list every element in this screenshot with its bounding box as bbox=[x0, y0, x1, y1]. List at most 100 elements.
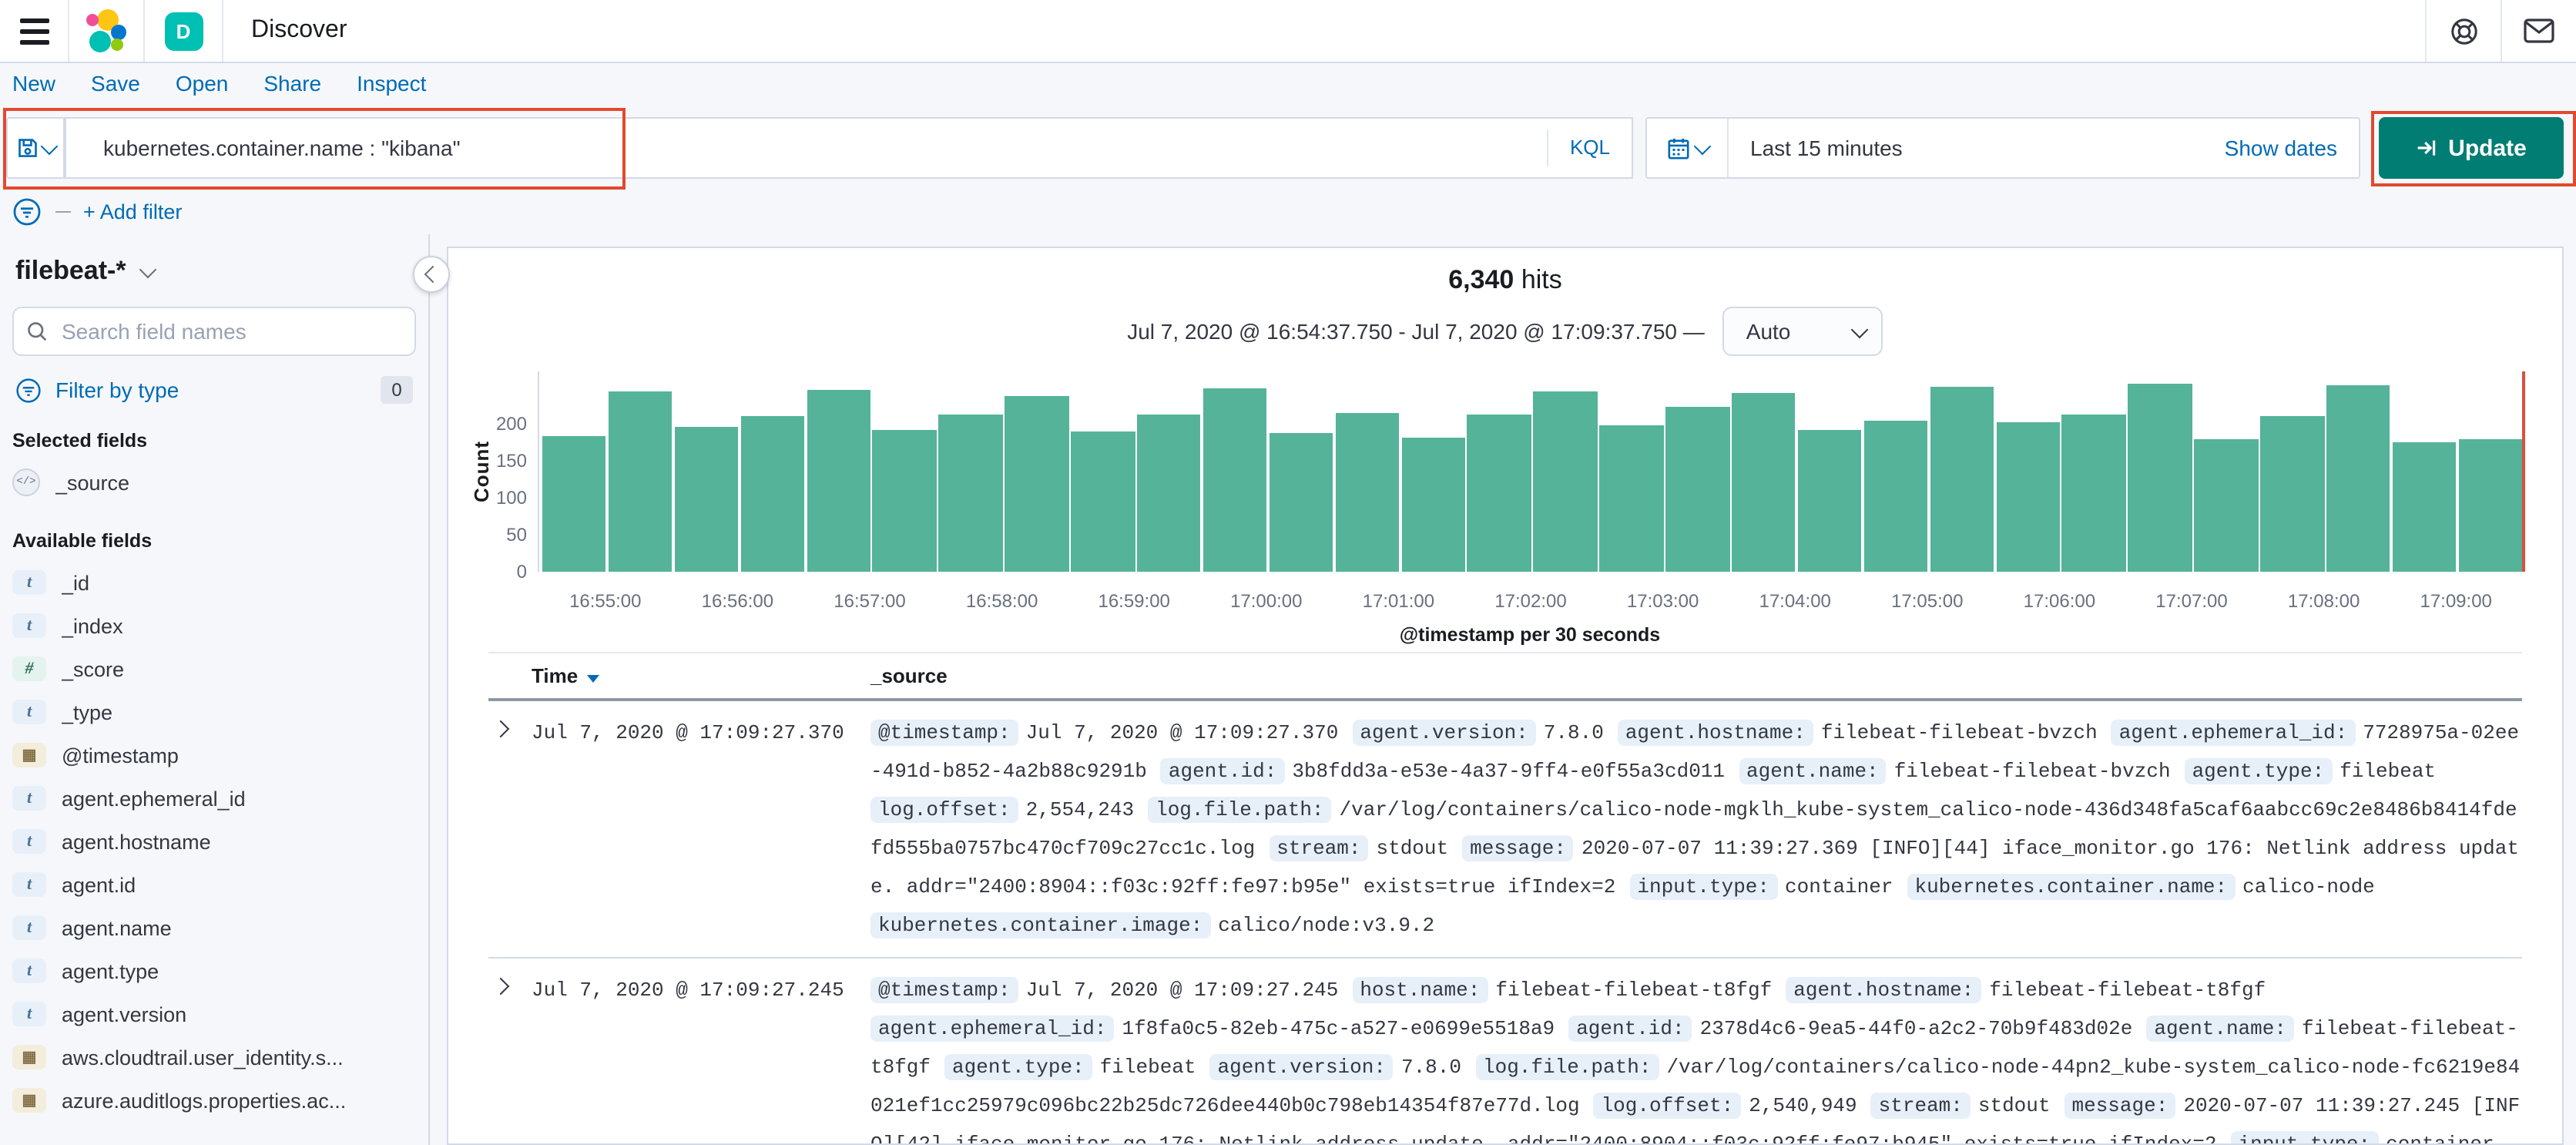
page-title: Discover bbox=[251, 17, 347, 43]
histogram-chart: Count 0 50 100 150 200 16:55:00 16:56:00 16:57:… bbox=[448, 362, 2562, 649]
field-name-pill: kubernetes.container.name: bbox=[1907, 874, 2236, 900]
histogram-bar[interactable] bbox=[2128, 383, 2192, 572]
histogram-bar[interactable] bbox=[1269, 432, 1333, 572]
field-value: filebeat-filebeat-t8fgf bbox=[1989, 979, 2266, 1002]
histogram-bar[interactable] bbox=[1533, 391, 1598, 572]
time-column-header[interactable]: Time bbox=[532, 653, 870, 698]
histogram-bar[interactable] bbox=[1005, 395, 1069, 572]
newsfeed-button[interactable] bbox=[2502, 0, 2576, 62]
string-field-type-icon: t bbox=[12, 1002, 46, 1026]
histogram-bar[interactable] bbox=[1599, 425, 1664, 572]
string-field-type-icon: t bbox=[12, 786, 46, 811]
query-toolbar: New Save Open Share Inspect KQL bbox=[0, 62, 2576, 234]
field-name-pill: stream: bbox=[1269, 835, 1369, 861]
nav-item-save[interactable]: Save bbox=[91, 71, 140, 96]
field-item-@timestamp[interactable]: ▦ @timestamp bbox=[0, 734, 428, 777]
field-item-_index[interactable]: t _index bbox=[0, 604, 428, 647]
nav-item-share[interactable]: Share bbox=[263, 71, 321, 96]
histogram-bar[interactable] bbox=[1996, 422, 2060, 572]
hits-summary: 6,340 hits bbox=[448, 265, 2562, 296]
histogram-bar[interactable] bbox=[2260, 416, 2325, 572]
histogram-bar[interactable] bbox=[807, 389, 870, 572]
field-value: stdout bbox=[1376, 837, 1449, 860]
collapse-sidebar-button[interactable] bbox=[413, 256, 450, 293]
query-bar: KQL bbox=[65, 117, 1633, 179]
histogram-bar[interactable] bbox=[1401, 437, 1465, 572]
histogram-bar[interactable] bbox=[1665, 406, 1730, 572]
histogram-bar[interactable] bbox=[2194, 438, 2259, 572]
field-item-agent.id[interactable]: t agent.id bbox=[0, 863, 428, 906]
histogram-bar[interactable] bbox=[1467, 414, 1531, 572]
field-item-aws.cloudtrail.user_identity.s...[interactable]: ▦ aws.cloudtrail.user_identity.s... bbox=[0, 1036, 428, 1079]
field-item-agent.name[interactable]: t agent.name bbox=[0, 906, 428, 949]
x-axis-tick: 16:59:00 bbox=[1098, 590, 1170, 612]
field-item-azure.auditlogs.properties.ac...[interactable]: ▦ azure.auditlogs.properties.ac... bbox=[0, 1079, 428, 1122]
histogram-bar[interactable] bbox=[1071, 431, 1135, 572]
nav-item-open[interactable]: Open bbox=[176, 71, 229, 96]
header-divider bbox=[222, 0, 223, 62]
sort-desc-icon bbox=[587, 675, 600, 683]
histogram-bar[interactable] bbox=[1797, 430, 1862, 572]
menu-icon[interactable] bbox=[0, 18, 68, 44]
histogram-bar[interactable] bbox=[1137, 414, 1201, 572]
elastic-logo[interactable] bbox=[69, 9, 143, 52]
string-field-type-icon: t bbox=[12, 915, 46, 940]
expand-row-icon[interactable] bbox=[491, 720, 510, 738]
saved-query-menu-button[interactable] bbox=[6, 117, 65, 179]
update-button[interactable]: Update bbox=[2379, 117, 2564, 179]
time-range-value[interactable]: Last 15 minutes bbox=[1750, 136, 1903, 160]
help-button[interactable] bbox=[2427, 0, 2501, 62]
histogram-bar[interactable] bbox=[2061, 414, 2126, 572]
field-name: agent.ephemeral_id bbox=[62, 787, 246, 810]
query-input[interactable] bbox=[100, 134, 1547, 162]
field-item-agent.ephemeral_id[interactable]: t agent.ephemeral_id bbox=[0, 777, 428, 820]
histogram-bar[interactable] bbox=[542, 435, 606, 572]
show-dates-button[interactable]: Show dates bbox=[2225, 136, 2337, 160]
histogram-bar[interactable] bbox=[1863, 420, 1928, 572]
histogram-bar[interactable] bbox=[674, 426, 739, 572]
nav-item-new[interactable]: New bbox=[12, 71, 55, 96]
index-pattern-switcher[interactable]: filebeat-* bbox=[15, 256, 413, 287]
filter-bar: + Add filter bbox=[12, 191, 182, 231]
expand-row-icon[interactable] bbox=[491, 977, 510, 996]
string-field-type-icon: t bbox=[12, 700, 46, 724]
field-item-_score[interactable]: # _score bbox=[0, 647, 428, 690]
query-language-button[interactable]: KQL bbox=[1546, 129, 1632, 166]
field-item-_id[interactable]: t _id bbox=[0, 561, 428, 604]
histogram-bar[interactable] bbox=[2392, 442, 2457, 572]
field-item-_source[interactable]: </> _source bbox=[0, 461, 428, 504]
discover-app-badge[interactable]: D bbox=[164, 12, 203, 50]
histogram-bar[interactable] bbox=[938, 415, 1003, 572]
filter-by-type-button[interactable]: Filter by type 0 bbox=[15, 376, 413, 404]
field-name: azure.auditlogs.properties.ac... bbox=[62, 1089, 347, 1112]
x-axis-tick: 17:06:00 bbox=[2023, 590, 2096, 612]
histogram-bar[interactable] bbox=[872, 430, 937, 572]
string-field-type-icon: t bbox=[12, 570, 46, 595]
histogram-bar[interactable] bbox=[1202, 388, 1267, 572]
string-field-type-icon: t bbox=[12, 829, 46, 854]
x-axis-tick: 17:09:00 bbox=[2420, 590, 2492, 612]
field-item-agent.type[interactable]: t agent.type bbox=[0, 949, 428, 992]
histogram-bar[interactable] bbox=[1335, 413, 1400, 572]
quick-select-menu-button[interactable] bbox=[1647, 119, 1729, 177]
nav-item-inspect[interactable]: Inspect bbox=[357, 71, 426, 96]
field-value: Jul 7, 2020 @ 17:09:27.370 bbox=[1025, 721, 1339, 744]
histogram-bar[interactable] bbox=[740, 415, 805, 572]
available-fields-heading: Available fields bbox=[12, 530, 153, 552]
histogram-bar[interactable] bbox=[2326, 384, 2390, 572]
histogram-bar[interactable] bbox=[1732, 392, 1796, 572]
filter-divider bbox=[55, 210, 71, 212]
top-header: D Discover bbox=[0, 0, 2576, 63]
histogram-bar[interactable] bbox=[1930, 387, 1994, 572]
field-item-_type[interactable]: t _type bbox=[0, 690, 428, 734]
add-filter-button[interactable]: + Add filter bbox=[83, 200, 182, 223]
query-row: KQL Last 15 minutes Show dates Update bbox=[0, 117, 2576, 179]
histogram-bar[interactable] bbox=[608, 391, 673, 572]
field-search-input[interactable] bbox=[59, 317, 402, 345]
field-item-agent.version[interactable]: t agent.version bbox=[0, 992, 428, 1036]
field-item-agent.hostname[interactable]: t agent.hostname bbox=[0, 820, 428, 863]
field-name: _source bbox=[55, 471, 130, 494]
histogram-bar[interactable] bbox=[2458, 439, 2523, 572]
mail-icon bbox=[2524, 18, 2554, 43]
interval-select[interactable]: Auto bbox=[1722, 307, 1883, 356]
